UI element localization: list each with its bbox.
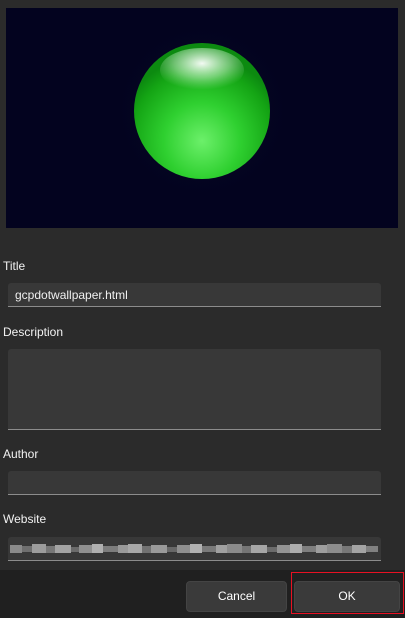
website-redacted-text [10,542,378,554]
description-textarea[interactable] [8,349,381,430]
author-label: Author [3,447,39,461]
ok-button[interactable]: OK [294,581,400,612]
wallpaper-properties-dialog: Title Description Author Website [0,0,405,618]
title-input[interactable] [8,283,381,307]
website-label: Website [3,512,47,526]
description-label: Description [3,325,64,339]
title-label: Title [3,259,26,273]
wallpaper-preview [6,8,398,228]
green-sphere-image [6,8,398,228]
author-input[interactable] [8,471,381,495]
cancel-button[interactable]: Cancel [186,581,287,612]
dialog-footer: Cancel OK [0,570,405,618]
